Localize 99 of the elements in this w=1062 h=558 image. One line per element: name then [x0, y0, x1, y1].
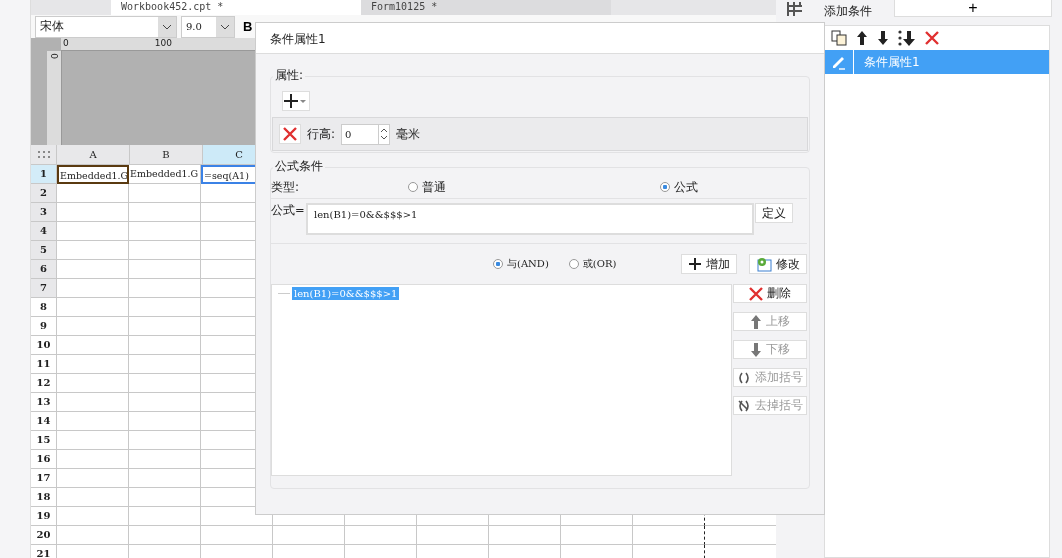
- bold-button[interactable]: B: [239, 19, 257, 34]
- row-height-label: 行高:: [307, 125, 336, 143]
- row-header[interactable]: 16: [31, 450, 57, 469]
- delete-button[interactable]: 删除: [733, 284, 807, 303]
- row-header[interactable]: 19: [31, 507, 57, 526]
- panel-title: 添加条件: [824, 2, 873, 20]
- logic-radio[interactable]: 或(OR): [568, 257, 617, 271]
- table-cell: [57, 526, 129, 545]
- table-cell: [129, 507, 201, 526]
- type-radio[interactable]: 普通: [408, 178, 446, 196]
- type-radio[interactable]: 公式: [660, 178, 698, 196]
- unit-label: 毫米: [396, 125, 421, 143]
- up-arrow-icon: [750, 314, 763, 329]
- define-button[interactable]: 定义: [755, 203, 793, 223]
- row-header[interactable]: 15: [31, 431, 57, 450]
- table-cell: [273, 526, 345, 545]
- table-cell: [57, 222, 129, 241]
- table-cell: [345, 526, 417, 545]
- row-header[interactable]: 6: [31, 260, 57, 279]
- file-tab[interactable]: Workbook452.cpt *: [111, 0, 361, 15]
- parentheses-icon: [737, 370, 752, 385]
- table-cell: [129, 526, 201, 545]
- table-cell: [57, 431, 129, 450]
- row-header[interactable]: 13: [31, 393, 57, 412]
- gear-icon: [756, 256, 772, 272]
- formula-field[interactable]: len(B1)=0&&$$$>1: [306, 203, 754, 235]
- row-height-spinner[interactable]: 0: [341, 123, 391, 145]
- table-cell: [57, 317, 129, 336]
- grid-icon[interactable]: [786, 2, 802, 16]
- table-cell: [57, 412, 129, 431]
- table-cell: [57, 298, 129, 317]
- condition-label: 条件属性1: [853, 50, 920, 74]
- select-all-icon[interactable]: [31, 145, 57, 165]
- row-header[interactable]: 2: [31, 184, 57, 203]
- table-cell: Embedded1.G: [57, 165, 129, 184]
- row-header[interactable]: 7: [31, 279, 57, 298]
- chevron-down-icon: [162, 23, 172, 30]
- row-header[interactable]: 12: [31, 374, 57, 393]
- table-cell: [57, 336, 129, 355]
- chevron-down-icon: [220, 23, 230, 30]
- table-cell: [57, 469, 129, 488]
- table-cell: [57, 450, 129, 469]
- pencil-icon: [831, 54, 847, 70]
- move-bottom-icon[interactable]: [898, 30, 916, 46]
- add-condition-button[interactable]: +: [894, 0, 1052, 17]
- row-header[interactable]: 8: [31, 298, 57, 317]
- row-header[interactable]: 18: [31, 488, 57, 507]
- row-header[interactable]: 14: [31, 412, 57, 431]
- table-cell: [417, 526, 489, 545]
- table-cell: [57, 279, 129, 298]
- copy-icon[interactable]: [831, 30, 847, 46]
- table-cell: [57, 393, 129, 412]
- size-dropdown[interactable]: 9.0: [181, 15, 235, 38]
- column-header[interactable]: B: [130, 145, 203, 165]
- down-arrow-icon[interactable]: [877, 30, 889, 46]
- table-cell: Embedded1.G: [129, 165, 201, 184]
- row-header[interactable]: 3: [31, 203, 57, 222]
- file-tab[interactable]: Form10125 *: [361, 0, 611, 15]
- font-dropdown[interactable]: 宋体: [35, 15, 177, 38]
- logic-radio[interactable]: 与(AND): [493, 257, 549, 271]
- add-property-button[interactable]: [282, 91, 310, 111]
- row-header[interactable]: 17: [31, 469, 57, 488]
- down-arrow-icon: [750, 342, 763, 357]
- row-header[interactable]: 5: [31, 241, 57, 260]
- group-legend: 公式条件: [273, 158, 325, 175]
- table-cell: [561, 526, 633, 545]
- table-cell: [57, 184, 129, 203]
- table-cell: [57, 355, 129, 374]
- delete-icon[interactable]: [925, 31, 939, 45]
- ruler-label: 100: [154, 38, 172, 50]
- table-cell: [57, 488, 129, 507]
- row-header[interactable]: 20: [31, 526, 57, 545]
- type-label: 类型:: [271, 178, 300, 196]
- up-arrow-icon[interactable]: [856, 30, 868, 46]
- group-legend: 属性:: [273, 67, 306, 84]
- row-header[interactable]: 11: [31, 355, 57, 374]
- modify-button[interactable]: 修改: [749, 254, 807, 274]
- row-header[interactable]: 10: [31, 336, 57, 355]
- table-cell: [57, 507, 129, 526]
- row-header[interactable]: 9: [31, 317, 57, 336]
- table-cell: [201, 526, 273, 545]
- dialog-title: 条件属性1: [256, 23, 824, 54]
- column-header[interactable]: A: [57, 145, 130, 165]
- row-header[interactable]: 1: [31, 165, 57, 184]
- table-cell: [57, 374, 129, 393]
- ruler-label: 0: [63, 38, 69, 50]
- table-cell: [57, 203, 129, 222]
- remove-button[interactable]: [279, 124, 301, 144]
- table-cell: [489, 526, 561, 545]
- table-cell: [57, 241, 129, 260]
- add-button[interactable]: 增加: [681, 254, 737, 274]
- formula-label: 公式=: [271, 203, 305, 218]
- close-icon: [749, 286, 764, 301]
- ruler-label: 0: [49, 53, 59, 59]
- plus-icon: [688, 257, 702, 271]
- row-header[interactable]: 4: [31, 222, 57, 241]
- parentheses-icon: [737, 398, 752, 413]
- table-cell: [633, 526, 705, 545]
- table-cell: [57, 260, 129, 279]
